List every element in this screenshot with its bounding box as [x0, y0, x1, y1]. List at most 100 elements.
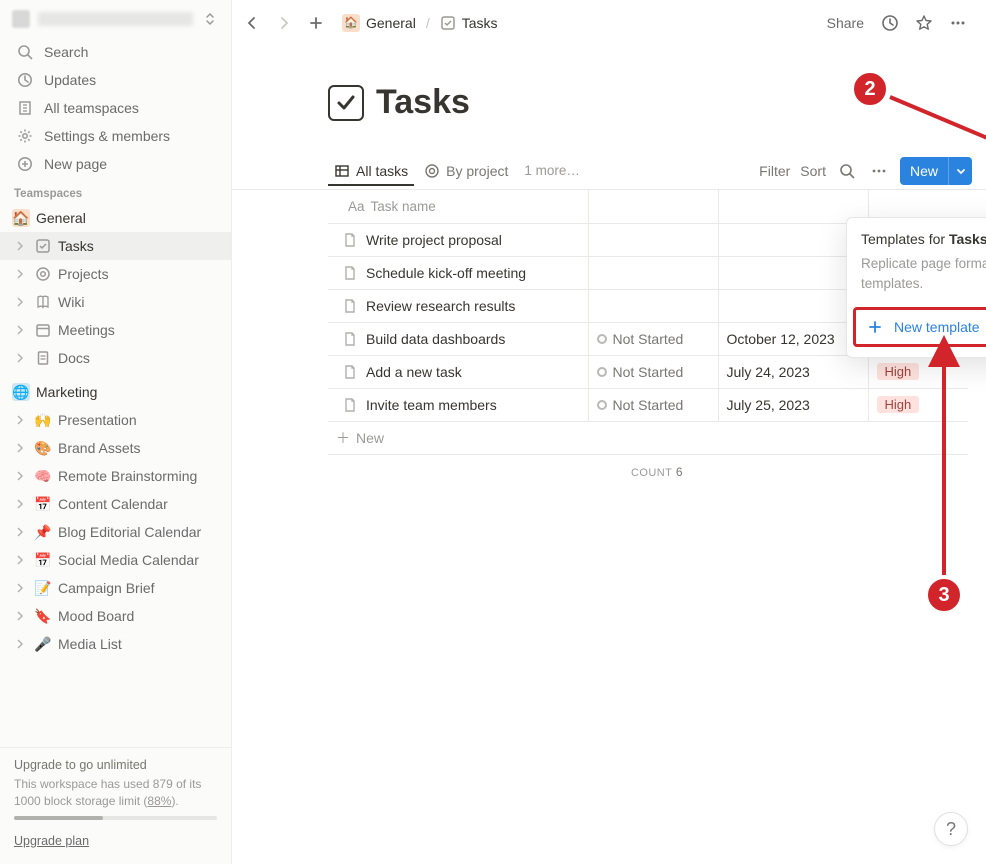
chevron-right-icon[interactable] [12, 294, 28, 310]
checkbox-icon [440, 15, 456, 31]
priority-tag[interactable]: High [877, 363, 920, 380]
page-icon [342, 397, 358, 413]
new-button[interactable]: New [900, 157, 948, 185]
page-icon-checkbox[interactable] [328, 85, 364, 121]
chevron-right-icon[interactable] [12, 350, 28, 366]
chevron-right-icon[interactable] [12, 636, 28, 652]
nav-back-button[interactable] [238, 9, 266, 37]
sidebar-updates[interactable]: Updates [0, 66, 231, 94]
status-cell[interactable]: Not Started [597, 331, 684, 347]
priority-tag[interactable]: High [877, 396, 920, 413]
sidebar-item-mood-board[interactable]: 🔖 Mood Board [0, 602, 231, 630]
status-cell[interactable]: Not Started [597, 364, 684, 380]
sidebar-item-campaign-brief[interactable]: 📝 Campaign Brief [0, 574, 231, 602]
expand-sidebar-icon[interactable] [201, 10, 219, 28]
sidebar-all-teamspaces[interactable]: All teamspaces [0, 94, 231, 122]
templates-popover: Templates for Tasks ? Replicate page for… [846, 217, 986, 358]
col-task-name[interactable]: Task name [371, 199, 436, 214]
due-date-cell[interactable]: July 25, 2023 [727, 397, 810, 413]
text-property-icon: Aa [348, 199, 365, 214]
page-emoji-icon: 🎤 [34, 635, 52, 653]
chevron-right-icon[interactable] [12, 496, 28, 512]
sidebar-item-content-calendar[interactable]: 📅 Content Calendar [0, 490, 231, 518]
sidebar-item-docs[interactable]: Docs [0, 344, 231, 372]
chevron-right-icon[interactable] [12, 524, 28, 540]
storage-progress-bar [14, 816, 217, 820]
upgrade-title: Upgrade to go unlimited [14, 758, 217, 772]
view-tab-all-tasks[interactable]: All tasks [328, 157, 414, 185]
filter-button[interactable]: Filter [759, 163, 790, 179]
settings-label: Settings & members [44, 128, 170, 144]
gear-icon [16, 127, 34, 145]
history-icon[interactable] [876, 9, 904, 37]
sidebar-item-wiki[interactable]: Wiki [0, 288, 231, 316]
sidebar-item-tasks[interactable]: Tasks [0, 232, 231, 260]
page-icon [342, 265, 358, 281]
table-row[interactable]: Invite team membersNot StartedJuly 25, 2… [328, 388, 968, 421]
more-menu-icon[interactable] [944, 9, 972, 37]
upgrade-plan-link[interactable]: Upgrade plan [14, 834, 89, 848]
teamspace-marketing[interactable]: 🌐 Marketing [0, 378, 231, 406]
sidebar-item-label: Docs [58, 350, 90, 366]
page-emoji-icon: 📅 [34, 495, 52, 513]
chevron-right-icon[interactable] [12, 440, 28, 456]
help-floating-button[interactable]: ? [934, 812, 968, 846]
chevron-right-icon[interactable] [12, 580, 28, 596]
chevron-right-icon[interactable] [12, 266, 28, 282]
view-tab-by-project[interactable]: By project [418, 157, 514, 185]
sidebar-item-meetings[interactable]: Meetings [0, 316, 231, 344]
sidebar-item-presentation[interactable]: 🙌 Presentation [0, 406, 231, 434]
add-row-button[interactable]: ＋New [328, 421, 968, 454]
status-cell[interactable]: Not Started [597, 397, 684, 413]
sidebar-search[interactable]: Search [0, 38, 231, 66]
breadcrumb-tasks[interactable]: Tasks [436, 13, 502, 33]
page-icon [342, 232, 358, 248]
page-icon [342, 331, 358, 347]
views-tabs: All tasks By project 1 more… Filter Sort… [232, 152, 986, 190]
search-db-icon[interactable] [836, 160, 858, 182]
upgrade-box: Upgrade to go unlimited This workspace h… [0, 747, 231, 864]
table-row[interactable]: Add a new task Not Started July 24, 2023 Hi… [328, 355, 968, 388]
sidebar-item-social-media-calendar[interactable]: 📅 Social Media Calendar [0, 546, 231, 574]
sidebar-item-projects[interactable]: Projects [0, 260, 231, 288]
page-emoji-icon: 🙌 [34, 411, 52, 429]
teamspace-general[interactable]: 🏠 General [0, 204, 231, 232]
popover-title: Templates for Tasks [861, 231, 986, 247]
page-emoji-icon: 📅 [34, 551, 52, 569]
favorite-star-icon[interactable] [910, 9, 938, 37]
status-dot-icon [597, 334, 607, 344]
sidebar-item-brand-assets[interactable]: 🎨 Brand Assets [0, 434, 231, 462]
db-more-icon[interactable] [868, 160, 890, 182]
sidebar-item-media-list[interactable]: 🎤 Media List [0, 630, 231, 658]
all-teamspaces-label: All teamspaces [44, 100, 139, 116]
share-button[interactable]: Share [821, 11, 870, 35]
chevron-right-icon[interactable] [12, 468, 28, 484]
doc-icon [34, 349, 52, 367]
sort-button[interactable]: Sort [800, 163, 826, 179]
page-title[interactable]: Tasks [376, 83, 470, 122]
new-button-dropdown[interactable] [948, 157, 972, 185]
due-date-cell[interactable]: July 24, 2023 [727, 364, 810, 380]
sidebar-settings[interactable]: Settings & members [0, 122, 231, 150]
new-template-button[interactable]: New template [856, 310, 986, 344]
new-tab-button[interactable] [302, 9, 330, 37]
view-more-dropdown[interactable]: 1 more… [518, 157, 586, 184]
due-date-cell[interactable]: October 12, 2023 [727, 331, 835, 347]
chevron-right-icon[interactable] [12, 322, 28, 338]
task-name: Add a new task [366, 364, 462, 380]
status-dot-icon [597, 367, 607, 377]
sidebar-item-remote-brainstorming[interactable]: 🧠 Remote Brainstorming [0, 462, 231, 490]
chevron-right-icon[interactable] [12, 552, 28, 568]
nav-forward-button[interactable] [270, 9, 298, 37]
workspace-switcher[interactable] [0, 0, 231, 38]
sidebar-new-page[interactable]: New page [0, 150, 231, 178]
sidebar-item-blog-editorial-calendar[interactable]: 📌 Blog Editorial Calendar [0, 518, 231, 546]
chevron-right-icon[interactable] [12, 608, 28, 624]
teamspace-general-label: General [36, 210, 86, 226]
breadcrumb-general[interactable]: 🏠 General [338, 12, 420, 34]
page-emoji-icon: 📌 [34, 523, 52, 541]
chevron-right-icon[interactable] [12, 238, 28, 254]
sidebar-item-label: Brand Assets [58, 440, 141, 456]
task-name: Build data dashboards [366, 331, 505, 347]
chevron-right-icon[interactable] [12, 412, 28, 428]
